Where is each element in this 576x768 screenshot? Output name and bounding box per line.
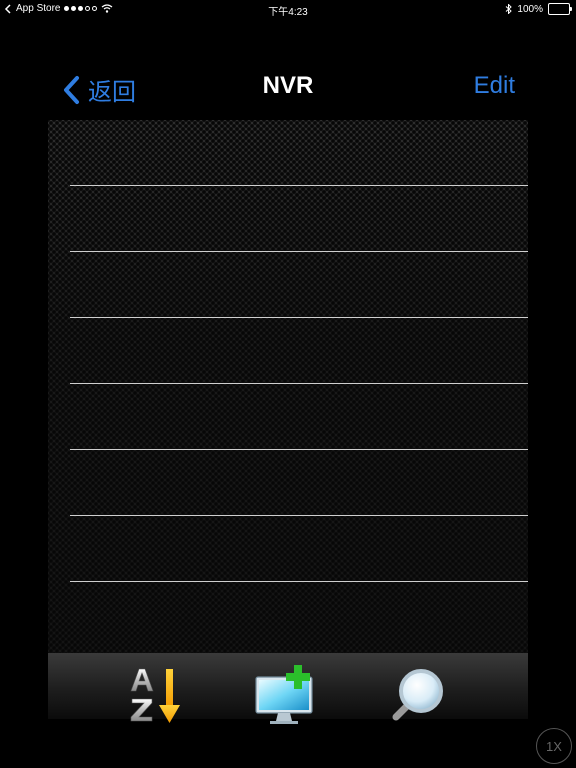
edit-button[interactable]: Edit [474,72,515,100]
battery-percent: 100% [517,3,543,15]
list-item[interactable] [48,450,528,516]
nvr-list[interactable] [48,120,528,653]
list-item[interactable] [48,516,528,582]
bluetooth-icon [506,4,513,14]
list-item[interactable] [48,384,528,450]
row-divider [70,581,528,582]
search-button[interactable] [386,663,450,727]
list-item[interactable] [48,252,528,318]
zoom-1x-button[interactable]: 1X [536,728,572,764]
bottom-toolbar [48,653,528,724]
add-device-icon [255,665,313,724]
list-item[interactable] [48,318,528,384]
status-right: 100% [505,3,572,15]
sort-az-icon [130,668,180,723]
status-bar: App Store 下午4:23 100% [0,0,576,18]
status-time: 下午4:23 [268,7,308,18]
list-item[interactable] [48,186,528,252]
add-device-button[interactable] [254,663,318,727]
search-icon [392,669,443,721]
navigation-bar: 返回 NVR Edit [0,60,576,114]
list-item[interactable] [48,120,528,186]
battery-icon [548,3,572,15]
sort-button[interactable] [124,663,188,727]
